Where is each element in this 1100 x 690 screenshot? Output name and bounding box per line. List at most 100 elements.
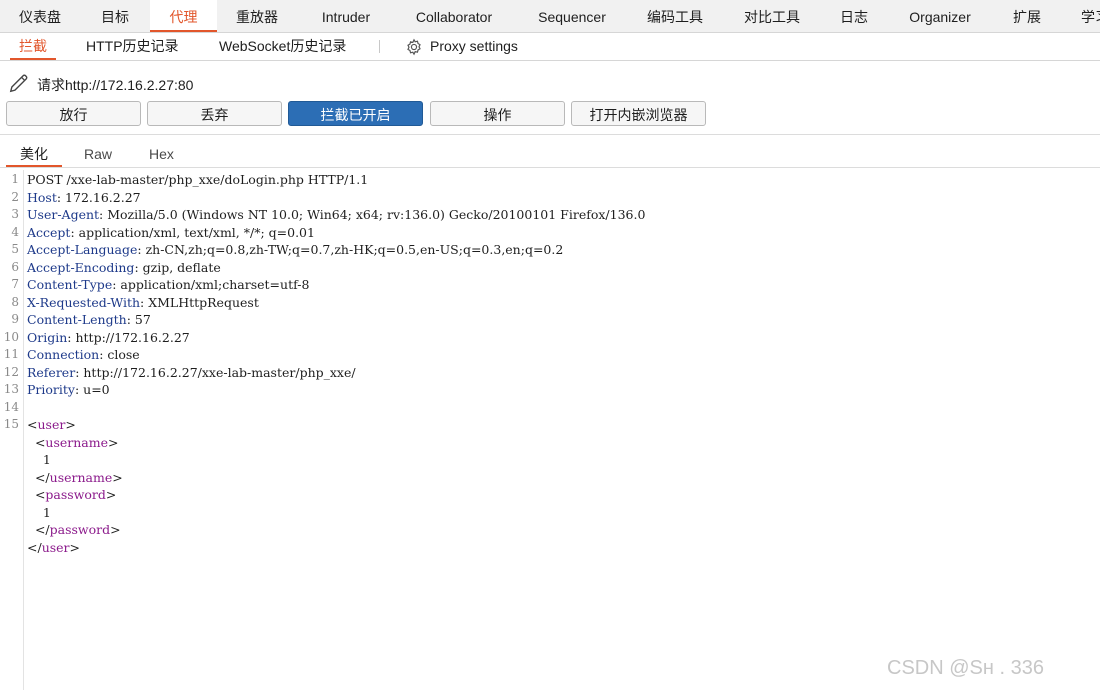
xml-body-line: </user> (27, 540, 80, 555)
xml-text: 1 (27, 504, 51, 520)
line-number: 4 (11, 224, 19, 239)
header-line: Accept-Encoding: gzip, deflate (27, 260, 221, 275)
proxy-sub-tab-bar: 拦截 HTTP历史记录 WebSocket历史记录 Proxy settings (0, 33, 1100, 61)
line-number: 10 (3, 329, 19, 344)
tab-websocket-history[interactable]: WebSocket历史记录 (219, 33, 346, 59)
xml-text: > (112, 469, 123, 485)
header-name: X-Requested-With (27, 294, 141, 310)
header-name: Content-Type (27, 277, 113, 292)
tab-intruder[interactable]: Intruder (308, 0, 384, 32)
line-number: 7 (11, 277, 19, 291)
xml-tag-name: username (45, 434, 109, 450)
divider (0, 167, 1100, 168)
line-number: 14 (3, 399, 19, 414)
header-name: Host (27, 189, 57, 205)
xml-tag-name: username (49, 469, 113, 485)
xml-text: > (69, 539, 81, 555)
tab-hex[interactable]: Hex (149, 143, 174, 165)
header-line: Host: 172.16.2.27 (27, 190, 141, 205)
request-editor[interactable]: 1 POST /xxe-lab-master/php_xxe/doLogin.ph… (0, 170, 1100, 690)
xml-text: < (27, 417, 38, 432)
drop-button[interactable]: 丢弃 (147, 101, 282, 126)
header-name: User-Agent (27, 207, 100, 222)
xml-body-line: </username> (27, 470, 123, 485)
tab-collaborator[interactable]: Collaborator (400, 0, 508, 32)
line-number: 12 (3, 364, 19, 379)
header-value: : application/xml, text/xml, */*; q=0.01 (70, 224, 315, 240)
line-number: 1 (11, 172, 19, 186)
xml-body-line: <password> (27, 487, 116, 502)
action-button[interactable]: 操作 (430, 101, 565, 126)
xml-text: 1 (27, 452, 51, 467)
watermark: CSDN @Sн . 336 (887, 657, 1044, 679)
request-target-label: 请求http://172.16.2.27:80 (37, 77, 194, 93)
xml-body-line: <username> (27, 435, 119, 450)
tab-sequencer[interactable]: Sequencer (524, 0, 620, 32)
pencil-icon[interactable] (8, 72, 30, 94)
tab-learn[interactable]: 学习 (1070, 0, 1100, 32)
tab-dashboard[interactable]: 仪表盘 (6, 0, 74, 32)
tab-organizer[interactable]: Organizer (896, 0, 984, 32)
intercept-toggle-button[interactable]: 拦截已开启 (288, 101, 423, 126)
header-value: : http://172.16.2.27/xxe-lab-master/php_… (75, 364, 356, 380)
tab-raw[interactable]: Raw (84, 143, 112, 165)
header-value: : 172.16.2.27 (56, 189, 141, 205)
header-line: User-Agent: Mozilla/5.0 (Windows NT 10.0… (27, 207, 645, 222)
tab-target[interactable]: 目标 (84, 0, 146, 32)
line-number: 6 (11, 259, 19, 274)
header-value: : Mozilla/5.0 (Windows NT 10.0; Win64; x… (99, 207, 646, 222)
line-number: 9 (11, 312, 19, 326)
header-line: Origin: http://172.16.2.27 (27, 330, 190, 345)
xml-text: </ (27, 522, 50, 537)
tab-extensions[interactable]: 扩展 (1002, 0, 1052, 32)
line-number: 15 (3, 417, 19, 431)
header-line: Content-Length: 57 (27, 312, 151, 327)
xml-tag-name: user (37, 417, 66, 432)
tab-logger[interactable]: 日志 (830, 0, 878, 32)
header-value: POST /xxe-lab-master/php_xxe/doLogin.php… (27, 172, 369, 187)
xml-tag-name: password (49, 522, 111, 537)
xml-text: < (27, 487, 46, 502)
xml-tag-name: user (41, 539, 70, 555)
line-number: 2 (11, 189, 19, 204)
open-browser-button[interactable]: 打开内嵌浏览器 (571, 101, 706, 126)
header-value: : u=0 (74, 382, 110, 397)
xml-text: </ (27, 539, 42, 555)
line-number: 5 (11, 242, 19, 256)
line-number: 13 (3, 382, 19, 396)
header-line: Connection: close (27, 347, 140, 362)
header-value: : close (99, 347, 140, 362)
tab-intercept[interactable]: 拦截 (10, 33, 56, 60)
header-name: Referer (27, 364, 76, 380)
gear-icon[interactable] (405, 38, 423, 56)
divider (0, 134, 1100, 135)
forward-button[interactable]: 放行 (6, 101, 141, 126)
xml-body-line: 1 (27, 505, 51, 520)
line-number: 11 (3, 347, 19, 361)
tab-pretty[interactable]: 美化 (6, 143, 62, 167)
header-line: POST /xxe-lab-master/php_xxe/doLogin.php… (27, 172, 368, 187)
xml-text: > (108, 434, 119, 450)
tab-http-history[interactable]: HTTP历史记录 (86, 33, 179, 59)
tab-decoder[interactable]: 编码工具 (636, 0, 714, 32)
tab-proxy[interactable]: 代理 (150, 0, 217, 32)
line-number: 8 (11, 294, 19, 309)
header-value: : gzip, deflate (134, 259, 221, 275)
header-name: Accept (27, 224, 71, 240)
header-value: : http://172.16.2.27 (67, 329, 190, 345)
header-name: Accept-Encoding (27, 259, 135, 275)
header-value: : zh-CN,zh;q=0.8,zh-TW;q=0.7,zh-HK;q=0.5… (137, 242, 564, 257)
header-name: Content-Length (27, 312, 127, 327)
header-name: Origin (27, 329, 68, 345)
header-line: Accept: application/xml, text/xml, */*; … (27, 225, 315, 240)
tab-comparer[interactable]: 对比工具 (732, 0, 812, 32)
header-value: : 57 (126, 312, 151, 327)
xml-text: < (27, 434, 46, 450)
header-line: X-Requested-With: XMLHttpRequest (27, 295, 259, 310)
tab-repeater[interactable]: 重放器 (224, 0, 290, 32)
header-value: : XMLHttpRequest (140, 294, 259, 310)
header-line: Accept-Language: zh-CN,zh;q=0.8,zh-TW;q=… (27, 242, 563, 257)
header-line: Priority: u=0 (27, 382, 110, 397)
xml-text: > (65, 417, 76, 432)
proxy-settings-link[interactable]: Proxy settings (430, 33, 518, 59)
